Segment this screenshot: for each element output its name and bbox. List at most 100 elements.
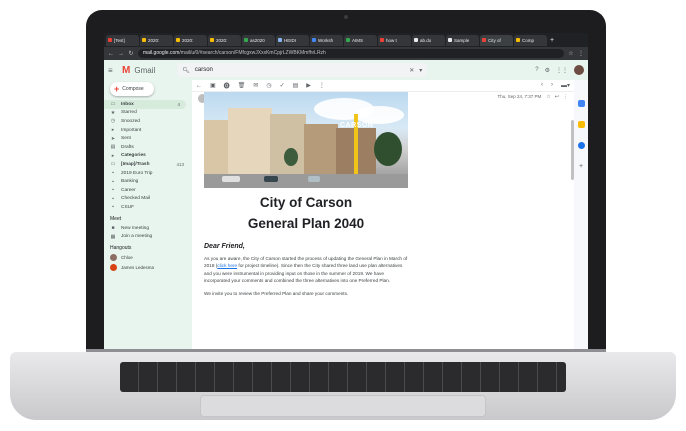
browser-tab[interactable]: [Test] (106, 34, 139, 46)
join-meeting-link[interactable]: ▦ Join a meeting (104, 232, 190, 241)
sidebar-item[interactable]: ▤ Drafts (104, 143, 190, 152)
trackpad (200, 395, 486, 417)
tab-label: [Test] (114, 37, 125, 43)
back-to-list-icon[interactable]: ← (196, 83, 202, 89)
sidebar-item[interactable]: ▪ Banking (104, 177, 190, 186)
browser-tab[interactable]: 2020: (140, 34, 173, 46)
move-to-icon[interactable]: ▤ (293, 82, 299, 89)
add-addon-icon[interactable]: + (579, 163, 583, 170)
tab-label: Comp (522, 37, 535, 43)
apps-grid-icon[interactable]: ⋮⋮ (556, 67, 568, 74)
browser-tab[interactable]: how t (378, 34, 411, 46)
search-input[interactable]: 🔍︎ carson ✕ ▾ (177, 63, 428, 77)
add-task-icon[interactable]: ✓ (280, 82, 285, 89)
sidebar-item[interactable]: ▭ Inbox 4 (104, 100, 186, 109)
older-icon[interactable]: › (551, 82, 553, 89)
tasks-icon[interactable] (577, 142, 585, 149)
sidebar-item[interactable]: ▪ 2019 Euro Trip (104, 169, 190, 178)
help-icon[interactable]: ? (535, 67, 538, 73)
address-bar-row: ← → ↻ mail.google.com/mail/u/0/#search/c… (104, 47, 588, 60)
clear-search-icon[interactable]: ✕ (409, 67, 414, 74)
hangouts-contact-label: James Ledesma (121, 265, 155, 271)
tab-favicon-icon (108, 38, 112, 42)
email-title-line2: General Plan 2040 (247, 216, 365, 231)
compose-button[interactable]: + Compose (110, 82, 154, 96)
message-actions: ☆ ↩ ⋮ (546, 94, 568, 100)
more-icon[interactable]: ⋮ (319, 82, 325, 89)
browser-tab[interactable]: Sample (446, 34, 479, 46)
folder-icon: ▪ (112, 178, 114, 185)
video-icon: ■ (111, 225, 115, 232)
reload-icon[interactable]: ↻ (128, 50, 134, 57)
sidebar: + Compose ▭ Inbox 4 ★ Starred ◷ Snoozed ▸ Import… (104, 80, 190, 349)
star-icon[interactable]: ☆ (568, 50, 574, 57)
tab-label: 2020: (216, 37, 228, 43)
newer-icon[interactable]: ‹ (541, 82, 543, 89)
mark-unread-icon[interactable]: ✉ (253, 82, 258, 89)
nav-list: ▭ Inbox 4 ★ Starred ◷ Snoozed ▸ Important ➤ Sent ▤ D… (104, 100, 190, 212)
browser-tab[interactable]: City of (480, 34, 513, 46)
hangouts-heading: Hangouts (110, 244, 132, 251)
sidebar-item-label: 2019 Euro Trip (121, 170, 153, 176)
city-photo: CARSON (204, 92, 408, 188)
sidebar-item-label: Inbox (121, 101, 134, 107)
sidebar-item[interactable]: ★ Starred (104, 109, 190, 118)
sidebar-item-label: Checked Mail (121, 196, 151, 202)
sidebar-item-label: Banking (121, 179, 139, 185)
url-field[interactable]: mail.google.com/mail/u/0/#search/carson/… (138, 49, 564, 58)
gmail-logo-icon[interactable]: M (122, 65, 130, 76)
sidebar-item[interactable]: ▪ Checked Mail (104, 195, 190, 204)
browser-tab[interactable]: Worksh (310, 34, 343, 46)
folder-icon: ▸ (111, 127, 115, 134)
archive-icon[interactable]: ▣ (210, 82, 216, 89)
reply-icon[interactable]: ↩ (555, 94, 559, 100)
input-tools-icon[interactable]: ▬▾ (561, 82, 570, 89)
url-path: /mail/u/0/#search/carson/FMfcgxwJXxxKmCp… (179, 50, 326, 56)
message-more-icon[interactable]: ⋮ (563, 94, 568, 100)
tab-label: Sample (454, 37, 470, 43)
snooze-icon[interactable]: ◷ (266, 82, 271, 89)
forward-icon[interactable]: → (118, 51, 124, 57)
browser-tab[interactable]: 2020: (174, 34, 207, 46)
back-icon[interactable]: ← (108, 51, 114, 57)
sidebar-item[interactable]: ▭ [Imap]/Trash 413 (104, 160, 190, 169)
browser-tab[interactable]: HEIDI (276, 34, 309, 46)
spam-icon[interactable]: ⓿ (224, 81, 230, 90)
search-icon[interactable]: 🔍︎ (182, 67, 190, 74)
paragraph-1: As you are aware, the City of Carson sta… (204, 255, 408, 285)
delete-icon[interactable]: 🗑︎ (238, 82, 246, 89)
calendar-icon[interactable] (577, 100, 585, 107)
sidebar-item[interactable]: ▪ CSUF (104, 203, 190, 212)
keep-icon[interactable] (577, 121, 585, 128)
browser-tab[interactable]: as2020 (242, 34, 275, 46)
settings-icon[interactable]: ⚙ (545, 67, 550, 74)
hangouts-user[interactable]: Chloe (104, 253, 190, 263)
browser-tab[interactable]: 2020: (208, 34, 241, 46)
hamburger-icon[interactable]: ≡ (108, 66, 118, 75)
search-options-icon[interactable]: ▾ (419, 67, 422, 74)
tab-label: City of (488, 37, 501, 43)
sidebar-item[interactable]: ➤ Sent (104, 134, 190, 143)
sidebar-item[interactable]: ◷ Snoozed (104, 117, 190, 126)
account-avatar[interactable] (574, 65, 584, 75)
new-tab-icon[interactable]: + (550, 37, 554, 44)
laptop-screen: [Test] 2020: 2020: 2020: as2020 HEIDI Worksh AI… (104, 33, 588, 349)
browser-tab[interactable]: Comp (514, 34, 547, 46)
hangouts-contact[interactable]: James Ledesma (104, 263, 190, 273)
sidebar-item[interactable]: ▸ Important (104, 126, 190, 135)
browser-tab[interactable]: ab.do (412, 34, 445, 46)
click-here-link[interactable]: click here (217, 263, 237, 268)
tab-label: 2020: (148, 37, 160, 43)
label-icon[interactable]: ▶ (306, 82, 311, 89)
tab-favicon-icon (312, 38, 316, 42)
header-actions: ? ⚙ ⋮⋮ (535, 65, 584, 75)
sidebar-item[interactable]: ▪ Career (104, 186, 190, 195)
new-meeting-link[interactable]: ■ New meeting (104, 224, 190, 233)
pager: ‹ › ▬▾ (541, 82, 570, 89)
folder-icon: ▪ (112, 204, 114, 211)
sidebar-item[interactable]: ▸ Categories (104, 152, 190, 161)
tab-label: how t (386, 37, 397, 43)
menu-dots-icon[interactable]: ⋮ (578, 50, 584, 57)
browser-tab[interactable]: AIMS (344, 34, 377, 46)
star-message-icon[interactable]: ☆ (546, 94, 550, 100)
